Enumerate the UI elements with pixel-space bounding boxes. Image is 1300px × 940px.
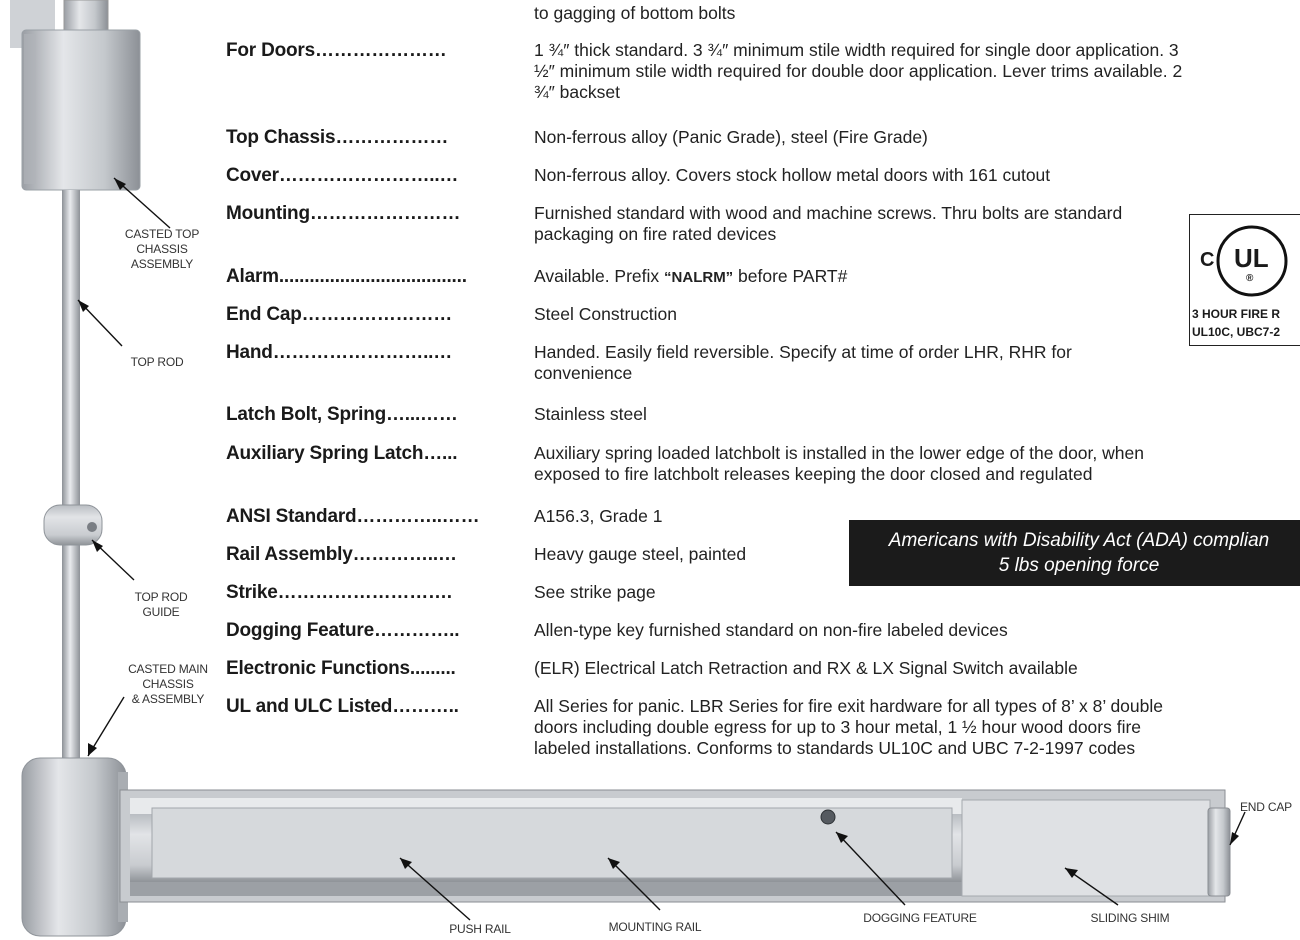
spec-label-mounting: Mounting……………………: [226, 203, 461, 224]
ul-logo-c: C: [1200, 249, 1215, 271]
spec-value-mounting: Furnished standard with wood and machine…: [534, 203, 1123, 244]
spec-label-latch-bolt: Latch Bolt, Spring…...……: [226, 404, 458, 425]
alarm-prefix-code: “NALRM”: [664, 269, 734, 286]
spec-value-alarm: Available. Prefix “NALRM” before PART#: [534, 266, 1224, 288]
ada-banner-line1: Americans with Disability Act (ADA) comp…: [888, 530, 1270, 551]
callout-dogging-feature: DOGGING FEATURE: [863, 911, 977, 925]
spec-label-strike: Strike……………………….: [226, 582, 452, 603]
spec-label-top-chassis: Top Chassis………………: [226, 127, 449, 148]
spec-label-dogging-feature: Dogging Feature…………..: [226, 620, 460, 641]
spec-label-cover: Cover……………………..…: [226, 165, 459, 186]
callout-casted-main-chassis: CASTED MAIN CHASSIS & ASSEMBLY: [128, 662, 208, 706]
spec-value-top-chassis: Non-ferrous alloy (Panic Grade), steel (…: [534, 127, 928, 147]
top-rod-guide-image: [43, 504, 103, 546]
spec-value-ul-listed: All Series for panic. LBR Series for fir…: [534, 696, 1163, 758]
alarm-value-pre: Available. Prefix: [534, 266, 665, 286]
ada-banner-line2: 5 lbs opening force: [998, 555, 1160, 576]
ul-listing-logo: C UL ® 3 HOUR FIRE R UL10C, UBC7-2: [1189, 214, 1300, 346]
spec-value-electronic: (ELR) Electrical Latch Retraction and RX…: [534, 658, 1078, 678]
spec-label-for-doors: For Doors…………………: [226, 40, 447, 61]
ul-logo-ul: UL: [1234, 243, 1269, 273]
spec-value-auxiliary-latch: Auxiliary spring loaded latchbolt is ins…: [534, 443, 1144, 484]
callout-push-rail: PUSH RAIL: [449, 922, 511, 936]
spec-label-hand: Hand……………………..…: [226, 342, 453, 363]
top-rod-image: [62, 190, 80, 760]
spec-value-end-cap: Steel Construction: [534, 304, 677, 324]
spec-label-electronic: Electronic Functions.........: [226, 658, 456, 679]
end-cap-image: [1207, 807, 1231, 897]
callout-casted-top-chassis: CASTED TOP CHASSIS ASSEMBLY: [124, 227, 200, 271]
spec-label-end-cap: End Cap……………………: [226, 304, 453, 325]
spec-label-ul-listed: UL and ULC Listed………..: [226, 696, 459, 717]
ul-logo-line1: 3 HOUR FIRE R: [1192, 307, 1281, 321]
main-chassis-image: [21, 757, 128, 937]
callout-sliding-shim: SLIDING SHIM: [1090, 911, 1170, 925]
spec-label-alarm: Alarm...................................…: [226, 266, 467, 287]
top-partial-line: to gagging of bottom bolts: [534, 3, 736, 23]
spec-value-latch-bolt: Stainless steel: [534, 404, 647, 424]
spec-label-rail-assembly: Rail Assembly…………..…: [226, 544, 457, 565]
spec-label-ansi-standard: ANSI Standard…………..……: [226, 506, 480, 527]
top-chassis-image: [10, 0, 141, 191]
spec-value-hand: Handed. Easily field reversible. Specify…: [534, 342, 1072, 383]
dogging-feature-image: [820, 809, 836, 825]
ul-logo-line2: UL10C, UBC7-2: [1192, 325, 1281, 339]
alarm-value-post: before PART#: [733, 266, 848, 286]
ada-compliance-banner: Americans with Disability Act (ADA) comp…: [849, 520, 1300, 586]
callout-mounting-rail: MOUNTING RAIL: [608, 920, 702, 934]
sliding-shim-image: [961, 799, 1211, 897]
callout-end-cap: END CAP: [1240, 800, 1292, 814]
spec-label-auxiliary-latch: Auxiliary Spring Latch…...: [226, 443, 458, 464]
spec-value-for-doors: 1 ¾″ thick standard. 3 ¾″ minimum stile …: [534, 40, 1183, 102]
callout-top-rod: TOP ROD: [130, 355, 184, 369]
ul-logo-registered: ®: [1246, 273, 1254, 284]
spec-value-cover: Non-ferrous alloy. Covers stock hollow m…: [534, 165, 1051, 185]
callout-top-rod-guide: TOP ROD GUIDE: [134, 590, 188, 619]
spec-value-dogging-feature: Allen-type key furnished standard on non…: [534, 620, 1008, 640]
